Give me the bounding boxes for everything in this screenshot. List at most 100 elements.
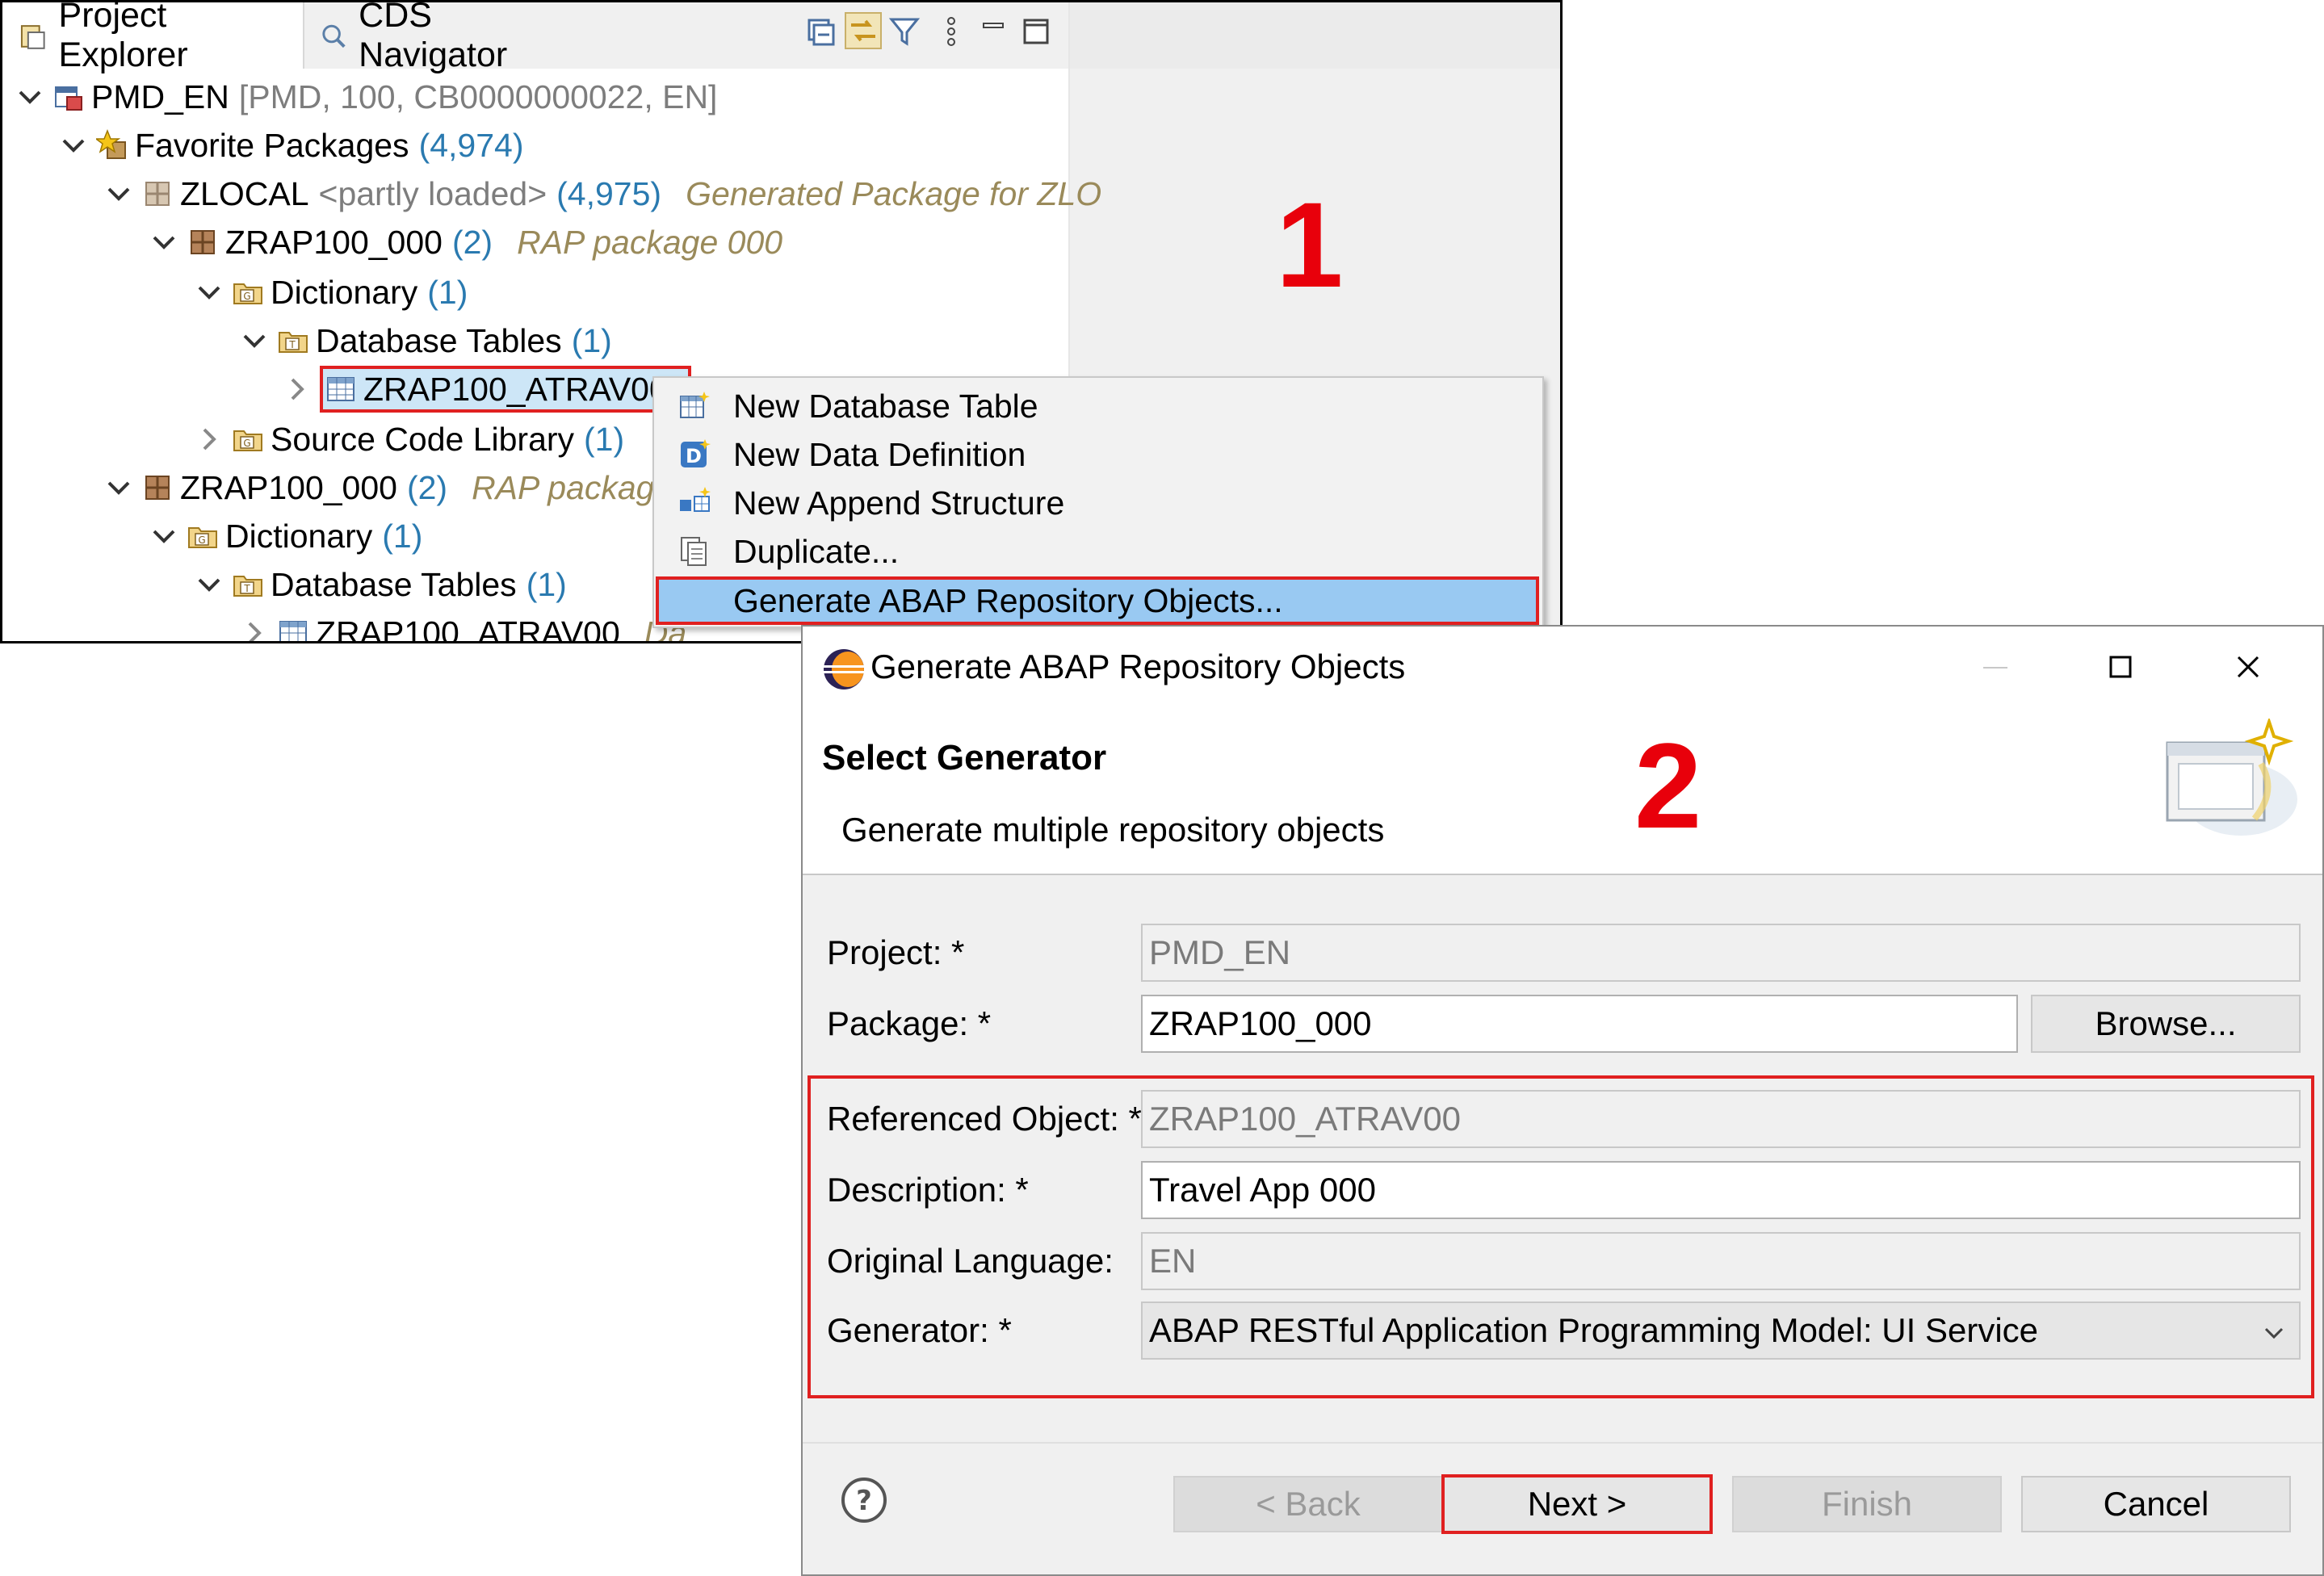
tree-item-table-2[interactable]: ZRAP100_ATRAV00 Da <box>238 610 686 641</box>
dialog-header: Select Generator Generate multiple repos… <box>803 707 2322 875</box>
database-tables-label: Database Tables <box>316 321 562 359</box>
chevron-right-icon[interactable] <box>281 373 313 405</box>
filter-icon[interactable] <box>888 15 921 48</box>
chevron-right-icon[interactable] <box>238 617 271 641</box>
data-definition-icon: D <box>681 439 711 467</box>
generate-abap-repository-objects-dialog: Generate ABAP Repository Objects Select … <box>801 625 2324 1576</box>
collapse-all-icon[interactable] <box>804 15 837 48</box>
generator-select[interactable]: ABAP RESTful Application Programming Mod… <box>1141 1301 2301 1360</box>
menu-item-new-data-definition[interactable]: D New Data Definition <box>656 431 1539 478</box>
chevron-down-icon <box>2264 1327 2284 1339</box>
chevron-down-icon[interactable] <box>193 568 225 601</box>
tree-item-database-tables[interactable]: T Database Tables (1) <box>238 317 612 364</box>
folder-g-icon: G <box>233 430 262 451</box>
tree-item-package-zrap100[interactable]: ZRAP100_000 (2) RAP package 000 <box>148 219 782 266</box>
tree-item-project[interactable]: PMD_EN [PMD, 100, CB0000000022, EN] <box>14 73 717 120</box>
back-button[interactable]: < Back <box>1173 1476 1443 1532</box>
tab-cds-navigator[interactable]: CDS Navigator <box>303 2 585 74</box>
chevron-down-icon[interactable] <box>238 325 271 357</box>
step-2-annotation: 2 <box>1634 718 1702 853</box>
tree-item-dictionary[interactable]: G Dictionary (1) <box>193 269 468 316</box>
tree-item-source-code-library[interactable]: G Source Code Library (1) <box>193 416 624 463</box>
tab-project-explorer[interactable]: Project Explorer <box>2 2 304 74</box>
referenced-object-label: Referenced Object: * <box>827 1100 1142 1138</box>
folder-g-icon: G <box>188 527 217 548</box>
svg-text:?: ? <box>856 1485 872 1517</box>
table-name: ZRAP100_ATRAV000 <box>363 370 686 408</box>
help-icon[interactable]: ? <box>840 1476 888 1524</box>
tab-label: Project Explorer <box>58 0 188 74</box>
tab-label: CDS Navigator <box>359 0 508 74</box>
folder-t-icon: T <box>233 576 262 597</box>
tree-item-table-selected[interactable]: ZRAP100_ATRAV000 <box>281 366 691 413</box>
database-tables-label: Database Tables <box>271 565 517 603</box>
menu-item-new-database-table[interactable]: New Database Table <box>656 383 1539 430</box>
cancel-button[interactable]: Cancel <box>2021 1476 2291 1532</box>
zlocal-count: (4,975) <box>556 174 662 212</box>
description-label: Description: * <box>827 1171 1029 1209</box>
original-language-label: Original Language: <box>827 1242 1114 1280</box>
svg-text:T: T <box>288 339 296 350</box>
favorite-star-icon <box>96 129 126 159</box>
maximize-icon[interactable] <box>1020 15 1052 48</box>
svg-text:G: G <box>243 291 250 302</box>
link-with-editor-icon[interactable] <box>845 12 882 49</box>
step-1-annotation: 1 <box>1276 177 1344 312</box>
browse-button[interactable]: Browse... <box>2031 995 2301 1053</box>
project-field: PMD_EN <box>1141 924 2301 982</box>
database-table-icon <box>279 621 307 641</box>
package-input[interactable]: ZRAP100_000 <box>1141 995 2018 1053</box>
package-icon <box>191 230 215 254</box>
generator-label: Generator: * <box>827 1311 1012 1349</box>
maximize-icon[interactable] <box>2104 651 2137 683</box>
tree-item-zlocal[interactable]: ZLOCAL <partly loaded> (4,975) Generated… <box>103 170 1101 217</box>
description-input[interactable]: Travel App 000 <box>1141 1161 2301 1219</box>
selected-table-highlight[interactable]: ZRAP100_ATRAV000 <box>320 366 691 413</box>
page-title: Select Generator <box>822 738 1107 778</box>
duplicate-icon <box>681 537 707 566</box>
tree-item-favorite-packages[interactable]: Favorite Packages (4,974) <box>57 122 523 169</box>
next-button[interactable]: Next > <box>1441 1474 1713 1534</box>
zlocal-meta: <partly loaded> <box>318 174 547 212</box>
minimize-icon[interactable] <box>977 15 1009 48</box>
package-icon <box>145 476 170 500</box>
append-structure-icon <box>680 487 711 512</box>
package-icon <box>145 182 170 206</box>
chevron-down-icon[interactable] <box>57 129 90 161</box>
menu-icon-spacer <box>678 585 711 617</box>
view-menu-icon[interactable] <box>935 15 967 48</box>
menu-item-new-append-structure[interactable]: New Append Structure <box>656 480 1539 526</box>
dialog-title-bar: Generate ABAP Repository Objects <box>803 627 2322 707</box>
folder-g-icon: G <box>233 283 262 304</box>
tree-item-dictionary-2[interactable]: G Dictionary (1) <box>148 513 422 560</box>
menu-item-generate-abap-repository-objects[interactable]: Generate ABAP Repository Objects... <box>656 576 1539 625</box>
chevron-down-icon[interactable] <box>103 178 135 210</box>
chevron-down-icon[interactable] <box>14 81 46 113</box>
minimize-icon <box>1983 667 2007 669</box>
chevron-right-icon[interactable] <box>193 423 225 455</box>
chevron-down-icon[interactable] <box>148 226 180 258</box>
referenced-object-field: ZRAP100_ATRAV00 <box>1141 1090 2301 1148</box>
tree-item-package-zrap100-2[interactable]: ZRAP100_000 (2) RAP package 0 <box>103 464 700 511</box>
menu-item-label: Duplicate... <box>733 532 900 570</box>
project-name: PMD_EN <box>91 78 229 115</box>
package-description: RAP package 000 <box>517 223 783 261</box>
close-icon[interactable] <box>2232 651 2264 683</box>
eclipse-icon <box>824 649 864 690</box>
project-meta: [PMD, 100, CB0000000022, EN] <box>238 78 718 115</box>
zlocal-description: Generated Package for ZLO <box>686 174 1102 212</box>
dictionary-label: Dictionary <box>271 273 418 311</box>
project-label: Project: * <box>827 933 965 971</box>
footer-divider <box>803 1442 2322 1444</box>
chevron-down-icon[interactable] <box>193 276 225 308</box>
tree-item-database-tables-2[interactable]: T Database Tables (1) <box>193 561 567 608</box>
database-tables-count: (1) <box>526 565 567 603</box>
dialog-title: Generate ABAP Repository Objects <box>870 648 1406 685</box>
chevron-down-icon[interactable] <box>103 472 135 504</box>
chevron-down-icon[interactable] <box>148 520 180 552</box>
abap-project-icon <box>55 86 82 111</box>
new-table-icon <box>680 392 710 418</box>
menu-item-duplicate[interactable]: Duplicate... <box>656 528 1539 575</box>
finish-button[interactable]: Finish <box>1732 1476 2002 1532</box>
original-language-field: EN <box>1141 1232 2301 1290</box>
